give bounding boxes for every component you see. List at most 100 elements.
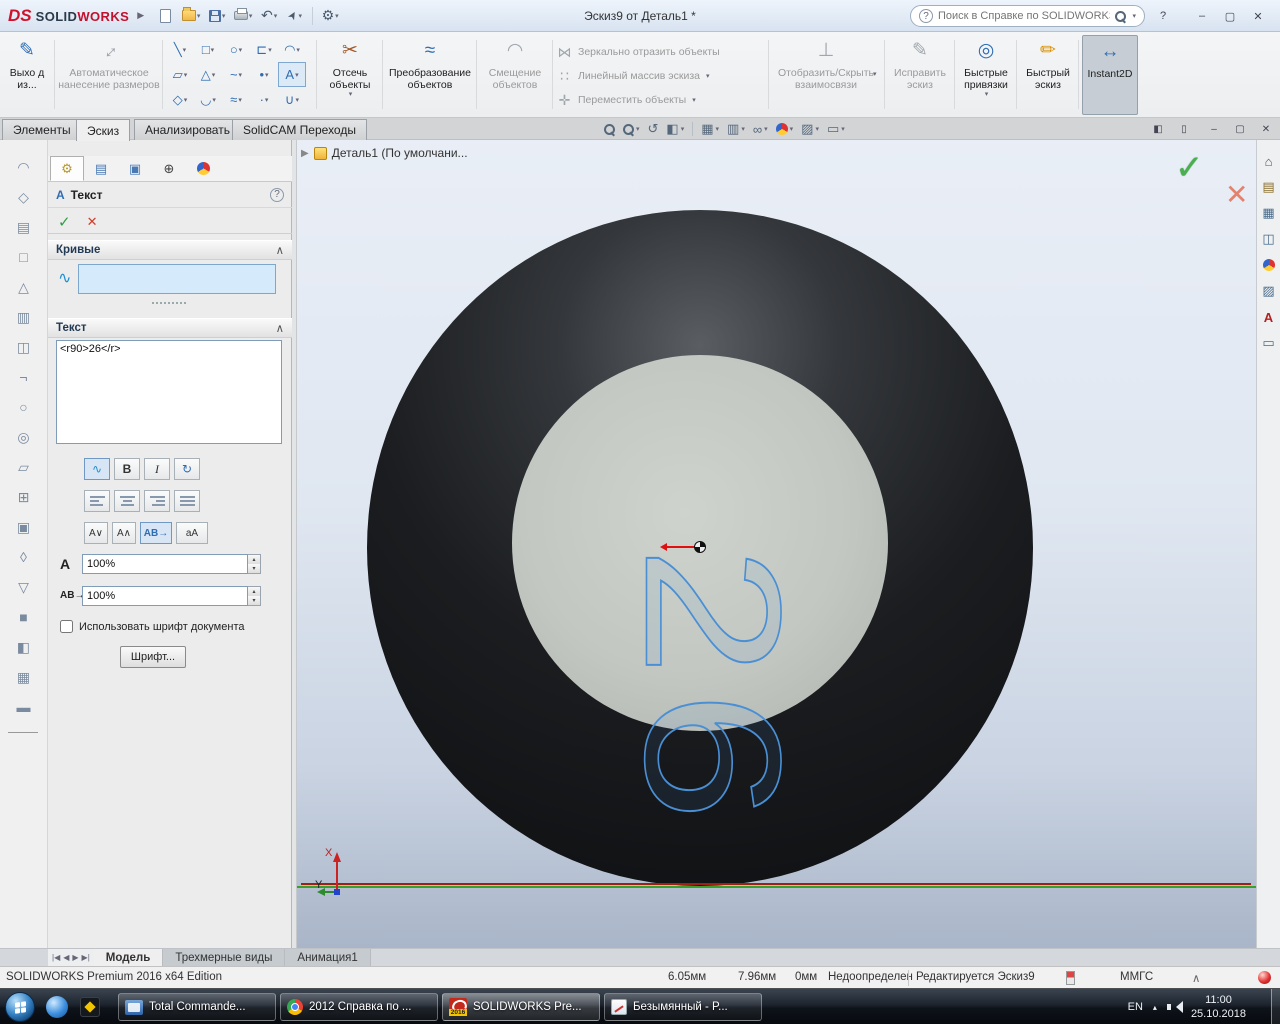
zoom-fit-icon[interactable] — [604, 123, 615, 135]
bold-button[interactable]: B — [114, 458, 140, 480]
graphics-viewport[interactable]: 26 ▶ Деталь1 (По умолчани... ✓ ✕ X Y — [297, 140, 1256, 948]
trim-entities-button[interactable]: ✂ Отсечь объекты ▾ — [320, 35, 380, 115]
zoom-area-icon[interactable]: ▾ — [623, 123, 640, 135]
screen-capture-icon[interactable]: ▭ — [1257, 330, 1280, 356]
feature-toolbar-icon[interactable]: ▣ — [0, 512, 47, 542]
flip-vertical2-button[interactable]: А∧ — [112, 522, 136, 544]
scene-icon[interactable]: ▨ — [1257, 278, 1280, 304]
feature-toolbar-icon[interactable]: ◧ — [0, 632, 47, 662]
print-button[interactable]: ▾ — [230, 4, 256, 28]
select-button[interactable]: ➤ ▾ — [282, 4, 308, 28]
sketch-entity-icon[interactable]: ○ ▾ — [222, 37, 250, 62]
units-selector[interactable]: ММГС — [1120, 971, 1153, 983]
confirmation-ok-button[interactable]: ✓ — [1175, 148, 1204, 188]
save-button[interactable]: ▾ — [204, 4, 230, 28]
feature-toolbar-icon[interactable]: ◫ — [0, 332, 47, 362]
feature-toolbar-icon[interactable]: ◎ — [0, 422, 47, 452]
mirror-entities-button[interactable]: ⋈ Зеркально отразить объекты — [556, 40, 764, 64]
show-desktop-button[interactable] — [1271, 989, 1280, 1024]
browser-quicklaunch-icon[interactable] — [46, 996, 68, 1018]
sketch-entity-icon[interactable]: ◇ ▾ — [166, 87, 194, 112]
pane-toggle-icon[interactable]: ◧ — [1146, 120, 1170, 138]
performance-gauge-icon[interactable] — [1066, 971, 1075, 985]
sketch-axis-line[interactable] — [297, 886, 1256, 888]
undo-button[interactable]: ↶ ▾ — [256, 4, 282, 28]
feature-toolbar-icon[interactable]: ▽ — [0, 572, 47, 602]
view-palette-icon[interactable]: ◫ — [1257, 226, 1280, 252]
ok-button[interactable]: ✓ — [58, 213, 71, 231]
search-chevron-icon[interactable]: ▾ — [1132, 12, 1136, 20]
view-orientation-icon[interactable]: ▦ ▾ — [701, 121, 719, 137]
move-entities-button[interactable]: ✛ Переместить объекты ▾ — [556, 88, 764, 112]
sheet-nav-icon[interactable]: ▶ — [72, 953, 78, 962]
tab-3d-views[interactable]: Трехмерные виды — [163, 949, 286, 966]
file-explorer-icon[interactable]: ▦ — [1257, 200, 1280, 226]
menu-expander-icon[interactable]: ▶ — [137, 10, 144, 21]
taskbar-total-commander[interactable]: Total Commande... — [118, 993, 276, 1021]
align-justify-button[interactable] — [174, 490, 200, 512]
help-button[interactable]: ? — [1151, 6, 1175, 26]
sketch-entity-icon[interactable]: ╲ ▾ — [166, 37, 194, 62]
minimize-button[interactable]: – — [1190, 6, 1214, 26]
sketch-text-input[interactable]: <r90>26</r> — [56, 340, 282, 444]
smart-dimension-button[interactable]: ↔ Автоматическое нанесение размеров — [58, 35, 160, 115]
display-manager-tab[interactable] — [186, 156, 220, 181]
align-right-button[interactable] — [144, 490, 170, 512]
apply-scene-icon[interactable]: ▨ ▾ — [801, 121, 819, 137]
sketch-entity-icon[interactable]: ∪ ▾ — [278, 87, 306, 112]
view-settings-icon[interactable]: ▭ ▾ — [827, 121, 845, 137]
new-document-button[interactable] — [152, 4, 178, 28]
section-grip[interactable] — [152, 302, 186, 306]
confirmation-cancel-button[interactable]: ✕ — [1225, 178, 1248, 211]
display-style-icon[interactable]: ▥ ▾ — [727, 121, 745, 137]
sketch-entity-icon[interactable]: А ▾ — [278, 62, 306, 87]
feature-toolbar-icon[interactable]: ◊ — [0, 542, 47, 572]
dimxpert-tab[interactable]: ⊕ — [152, 156, 186, 181]
tray-expand-icon[interactable]: ▴ — [1153, 1003, 1157, 1012]
home-icon[interactable]: ⌂ — [1257, 148, 1280, 174]
taskbar-paint[interactable]: Безымянный - P... — [604, 993, 762, 1021]
property-manager-tab[interactable]: ⚙ — [50, 156, 84, 181]
spacing-input[interactable] — [82, 586, 248, 606]
doc-close-button[interactable]: ✕ — [1254, 120, 1278, 138]
feature-toolbar-icon[interactable]: ¬ — [0, 362, 47, 392]
sketch-entity-icon[interactable]: ▱ ▾ — [166, 62, 194, 87]
width-factor-input[interactable] — [82, 554, 248, 574]
feature-toolbar-icon[interactable]: ◇ — [0, 182, 47, 212]
configuration-manager-tab[interactable]: ▣ — [118, 156, 152, 181]
feature-toolbar-icon[interactable]: ■ — [0, 602, 47, 632]
breadcrumb-expander-icon[interactable]: ▶ — [301, 148, 309, 159]
align-left-button[interactable] — [84, 490, 110, 512]
doc-restore-button[interactable]: ▢ — [1228, 120, 1252, 138]
appearances-icon[interactable] — [1257, 252, 1280, 278]
close-button[interactable]: ✕ — [1246, 6, 1270, 26]
tray-clock[interactable]: 11:00 25.10.2018 — [1191, 993, 1246, 1022]
cancel-button[interactable]: ✕ — [87, 214, 98, 230]
sketch-entity-icon[interactable]: ◠ ▾ — [278, 37, 306, 62]
feature-toolbar-icon[interactable]: ⊞ — [0, 482, 47, 512]
sketch-text-entity[interactable]: 26 — [605, 545, 822, 836]
rapid-sketch-button[interactable]: ✏ Быстрый эскиз — [1020, 35, 1076, 115]
help-search-box[interactable]: ? ▾ — [910, 5, 1145, 27]
collapse-icon[interactable]: ∧ — [276, 321, 284, 335]
text-section-header[interactable]: Текст ∧ — [48, 318, 292, 338]
sketch-entity-icon[interactable]: · ▾ — [250, 87, 278, 112]
doc-minimize-button[interactable]: – — [1202, 120, 1226, 138]
feature-toolbar-icon[interactable]: ◠ — [0, 152, 47, 182]
start-button[interactable] — [5, 992, 35, 1022]
sketch-entity-icon[interactable]: ◡ ▾ — [194, 87, 222, 112]
volume-icon[interactable] — [1166, 1001, 1183, 1013]
curves-selection-box[interactable] — [78, 264, 276, 294]
sheet-nav-icon[interactable]: |◀ — [52, 953, 60, 962]
sketch-entity-icon[interactable]: ⊏ ▾ — [250, 37, 278, 62]
search-icon[interactable] — [1115, 10, 1127, 22]
repair-sketch-button[interactable]: ✎ Исправить эскиз — [888, 35, 952, 115]
taskbar-chrome-help[interactable]: 2012 Справка по ... — [280, 993, 438, 1021]
sheet-nav-icon[interactable]: ▶| — [82, 953, 90, 962]
language-indicator[interactable]: EN — [1128, 1001, 1143, 1013]
sketch-entity-icon[interactable]: ~ ▾ — [222, 62, 250, 87]
feature-toolbar-icon[interactable]: △ — [0, 272, 47, 302]
sketch-origin-icon[interactable] — [694, 541, 706, 553]
feature-breadcrumb[interactable]: ▶ Деталь1 (По умолчани... — [301, 146, 468, 160]
relations-chevron-icon[interactable]: ▾ — [873, 70, 877, 78]
